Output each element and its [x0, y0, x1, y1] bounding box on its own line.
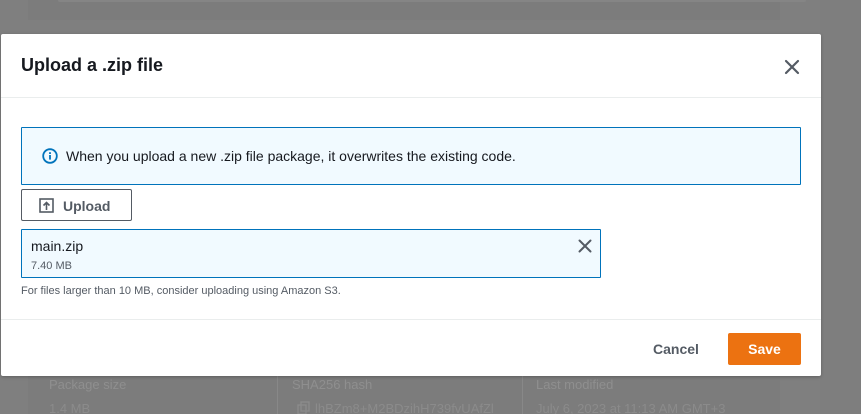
background-last-modified-value: July 6, 2023 at 11:13 AM GMT+3 — [536, 401, 726, 414]
cancel-button[interactable]: Cancel — [641, 334, 711, 364]
copy-icon — [297, 401, 310, 414]
info-alert-text: When you upload a new .zip file package,… — [66, 148, 516, 164]
background-package-size-value: 1.4 MB — [49, 401, 91, 414]
background-sha-value: lhBZm8+M2BDzihH739fvUAfZl — [297, 401, 494, 414]
modal-footer: Cancel Save — [1, 319, 821, 376]
close-button[interactable] — [781, 56, 803, 78]
background-sha-label: SHA256 hash — [292, 377, 373, 392]
upload-button[interactable]: Upload — [21, 189, 132, 221]
modal-header: Upload a .zip file — [1, 34, 821, 98]
file-size-hint: For files larger than 10 MB, consider up… — [21, 285, 341, 297]
upload-icon — [39, 198, 54, 213]
background-card — [28, 0, 806, 20]
close-icon — [578, 239, 592, 253]
background-last-modified-label: Last modified — [536, 377, 614, 392]
modal-title: Upload a .zip file — [21, 55, 164, 75]
info-icon — [42, 148, 58, 164]
background-package-size-label: Package size — [49, 377, 127, 392]
upload-button-label: Upload — [63, 198, 111, 214]
upload-zip-modal: Upload a .zip file When you upload a new… — [1, 34, 821, 376]
remove-file-button[interactable] — [576, 237, 594, 255]
file-size: 7.40 MB — [31, 260, 72, 272]
background-scrollbar — [58, 0, 806, 2]
background-divider — [522, 372, 523, 414]
file-name: main.zip — [31, 238, 84, 254]
background-divider — [277, 372, 278, 414]
save-button[interactable]: Save — [728, 333, 801, 365]
background-right-panel — [820, 0, 861, 414]
background-sha-text: lhBZm8+M2BDzihH739fvUAfZl — [315, 401, 494, 414]
close-icon — [784, 59, 800, 75]
selected-file-token: main.zip 7.40 MB — [21, 229, 601, 278]
info-alert: When you upload a new .zip file package,… — [21, 127, 801, 185]
